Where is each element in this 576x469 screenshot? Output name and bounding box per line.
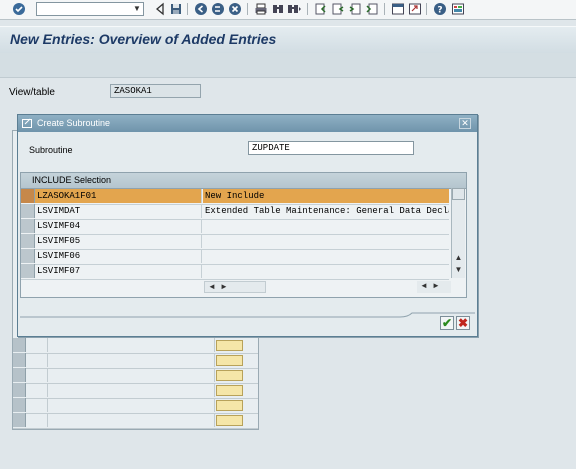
scroll-left-icon[interactable]: ◄ (207, 282, 217, 292)
subroutine-field[interactable]: ZUPDATE (248, 141, 414, 155)
toolbar-separator (384, 3, 385, 15)
next-page-icon[interactable] (348, 2, 362, 16)
checkmark-icon[interactable]: ✔ (440, 316, 454, 330)
include-selection-table: INCLUDE Selection LZASOKA1F01 New Include… (20, 172, 467, 298)
create-session-icon[interactable] (391, 2, 405, 16)
subroutine-label: Subroutine (29, 145, 73, 155)
include-name-cell[interactable]: LSVIMDAT (35, 204, 202, 218)
row-selector[interactable] (13, 383, 26, 397)
table-row[interactable]: LZASOKA1F01 New Include (21, 189, 449, 205)
toolbar-separator (247, 3, 248, 15)
include-name-cell[interactable]: LZASOKA1F01 (35, 189, 202, 203)
scroll-up-icon[interactable]: ▲ (452, 252, 465, 264)
scroll-right-icon[interactable]: ► (219, 282, 229, 292)
table-row[interactable] (13, 413, 258, 429)
input-cell[interactable] (216, 370, 243, 381)
exit-icon[interactable] (211, 2, 225, 16)
previous-page-icon[interactable] (331, 2, 345, 16)
find-next-icon[interactable] (287, 2, 301, 16)
include-name-cell[interactable]: LSVIMF06 (35, 249, 202, 263)
include-description-cell[interactable] (203, 264, 449, 278)
first-page-icon[interactable] (314, 2, 328, 16)
include-name-cell[interactable]: LSVIMF07 (35, 264, 202, 278)
row-selector[interactable] (13, 338, 26, 352)
include-description-cell[interactable] (203, 234, 449, 248)
include-selection-title: INCLUDE Selection (32, 175, 112, 185)
close-icon[interactable]: ✕ (459, 118, 471, 129)
chevron-down-icon[interactable]: ▼ (132, 4, 142, 14)
application-toolbar (0, 53, 576, 78)
table-row[interactable]: LSVIMF05 (21, 234, 449, 250)
view-table-label: View/table (9, 87, 55, 98)
vertical-scrollbar[interactable]: ▲ ▼ (451, 188, 465, 278)
toolbar-separator (187, 3, 188, 15)
standard-toolbar: ▼ ? (0, 0, 576, 20)
enter-icon[interactable] (12, 2, 26, 16)
scroll-left-icon[interactable]: ◄ (419, 281, 429, 291)
row-selector[interactable] (21, 264, 35, 278)
table-row[interactable] (13, 398, 258, 414)
back-icon[interactable] (194, 2, 208, 16)
dialog-divider (20, 312, 475, 318)
command-field[interactable]: ▼ (36, 2, 144, 16)
toolbar-separator (307, 3, 308, 15)
input-cell[interactable] (216, 355, 243, 366)
last-page-icon[interactable] (365, 2, 379, 16)
svg-text:?: ? (437, 6, 442, 16)
horizontal-scrollbar-right[interactable]: ◄ ► (417, 281, 451, 293)
layout-menu-icon[interactable] (451, 2, 465, 16)
scroll-right-icon[interactable]: ► (431, 281, 441, 291)
toolbar-separator (426, 3, 427, 15)
save-icon[interactable] (169, 2, 183, 16)
input-cell[interactable] (216, 385, 243, 396)
table-row[interactable] (13, 368, 258, 384)
row-selector[interactable] (13, 413, 26, 427)
help-icon[interactable]: ? (433, 2, 447, 16)
row-selector[interactable] (21, 234, 35, 248)
row-selector[interactable] (21, 204, 35, 218)
table-row[interactable]: LSVIMF07 (21, 264, 449, 280)
include-selection-header: INCLUDE Selection (21, 173, 466, 189)
table-row[interactable] (13, 353, 258, 369)
create-subroutine-dialog: Create Subroutine ✕ Subroutine ZUPDATE I… (17, 114, 478, 337)
page-title: New Entries: Overview of Added Entries (10, 31, 277, 47)
include-description-cell[interactable] (203, 219, 449, 233)
shortcut-icon[interactable] (408, 2, 422, 16)
scroll-thumb[interactable] (452, 188, 465, 200)
include-description-cell[interactable]: New Include (203, 189, 449, 203)
table-row[interactable] (13, 338, 258, 354)
window-icon (22, 118, 33, 129)
include-name-cell[interactable]: LSVIMF05 (35, 234, 202, 248)
row-selector[interactable] (21, 219, 35, 233)
include-description-cell[interactable]: Extended Table Maintenance: General Data… (203, 204, 449, 218)
back-arrow-icon[interactable] (153, 2, 167, 16)
print-icon[interactable] (254, 2, 268, 16)
row-selector[interactable] (13, 368, 26, 382)
input-cell[interactable] (216, 340, 243, 351)
row-selector[interactable] (21, 249, 35, 263)
dialog-title: Create Subroutine (37, 118, 111, 128)
table-row[interactable]: LSVIMF06 (21, 249, 449, 265)
table-row[interactable] (13, 383, 258, 399)
row-selector[interactable] (13, 398, 26, 412)
table-row[interactable]: LSVIMDAT Extended Table Maintenance: Gene… (21, 204, 449, 220)
row-selector[interactable] (21, 189, 35, 203)
input-cell[interactable] (216, 400, 243, 411)
horizontal-scrollbar-left[interactable]: ◄ ► (204, 281, 266, 293)
table-row[interactable]: LSVIMF04 (21, 219, 449, 235)
cancel-x-icon[interactable]: ✖ (456, 316, 470, 330)
dialog-title-bar: Create Subroutine ✕ (18, 115, 477, 132)
row-selector[interactable] (13, 353, 26, 367)
view-table-field: ZASOKA1 (110, 84, 201, 98)
input-cell[interactable] (216, 415, 243, 426)
include-name-cell[interactable]: LSVIMF04 (35, 219, 202, 233)
include-description-cell[interactable] (203, 249, 449, 263)
find-icon[interactable] (271, 2, 285, 16)
scroll-down-icon[interactable]: ▼ (452, 264, 465, 276)
cancel-icon[interactable] (228, 2, 242, 16)
